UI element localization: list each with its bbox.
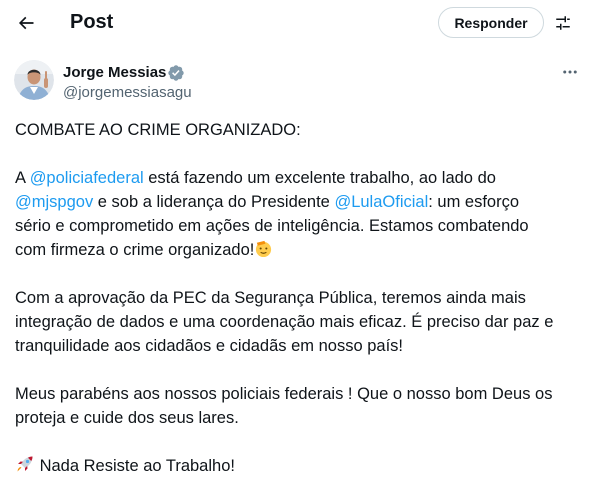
tweet-paragraph-5: Nada Resiste ao Trabalho! [15,454,583,478]
author-row: Jorge Messias @jorgemessiasagu [0,54,593,110]
tweet-paragraph-3-line-2: integração de dados e uma coordenação ma… [15,313,554,331]
sliders-icon [556,16,570,30]
more-horizontal-icon [563,70,577,74]
more-options-button[interactable] [558,62,582,82]
tweet-paragraph-4-line-2: proteja e cuide dos seus lares. [15,409,239,427]
tweet-paragraph-2-line-2: @mjspgov e sob a liderança do Presidente… [15,190,583,214]
settings-button[interactable] [550,10,576,36]
tweet-paragraph-2-line-1: A @policiafederal está fazendo um excele… [15,166,583,190]
mention-link-policiafederal[interactable]: @policiafederal [30,169,144,187]
page-title: Post [70,11,114,33]
tweet-paragraph-2-line-4: com firmeza o crime organizado! [15,238,583,262]
tweet-paragraph-4-line-1: Meus parabéns aos nossos policiais feder… [15,385,553,403]
avatar[interactable] [14,60,54,100]
reply-button[interactable]: Responder [438,7,544,38]
avatar-photo [14,60,54,100]
author-name[interactable]: Jorge Messias [63,64,166,82]
tweet-paragraph-3-line-3: tranquilidade aos cidadãos e cidadãs em … [15,337,403,355]
tweet-paragraph-3-line-1: Com a aprovação da PEC da Segurança Públ… [15,289,526,307]
text-segment: A [15,169,30,187]
text-segment: está fazendo um excelente trabalho, ao l… [143,169,496,187]
back-button[interactable] [9,6,43,40]
mention-link-lulaoficial[interactable]: @LulaOficial [334,193,428,211]
text-segment: : um esforço [428,193,520,211]
tweet-paragraph-1: COMBATE AO CRIME ORGANIZADO: [15,121,301,139]
text-segment: e sob a liderança do Presidente [93,193,335,211]
author-handle[interactable]: @jorgemessiasagu [63,84,192,102]
top-bar: Post Responder [0,0,593,46]
saluting-face-emoji [256,240,272,258]
rocket-emoji [17,456,33,472]
mention-link-mjspgov[interactable]: @mjspgov [15,193,93,211]
arrow-left-icon [18,16,34,30]
tweet-text: COMBATE AO CRIME ORGANIZADO: A @policiaf… [15,118,583,478]
verified-badge-icon [168,65,184,81]
text-segment: com firmeza o crime organizado! [15,241,255,259]
tweet-paragraph-2-line-3: sério e comprometido em ações de intelig… [15,217,529,235]
text-segment: Nada Resiste ao Trabalho! [35,457,235,475]
